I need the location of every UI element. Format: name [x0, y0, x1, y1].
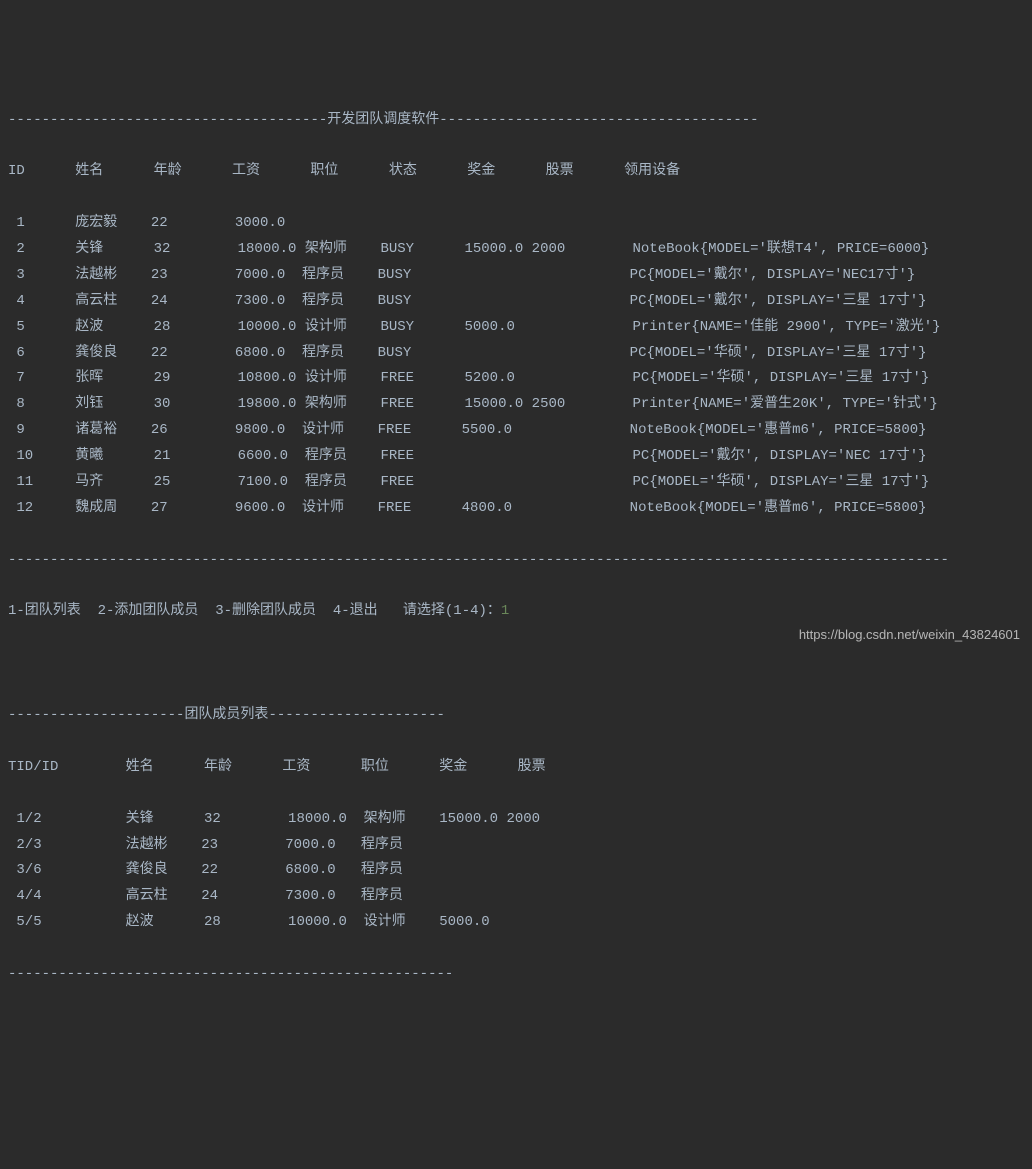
table-row: 4 高云柱 24 7300.0 程序员 BUSY PC{MODEL='戴尔', … — [8, 289, 1024, 315]
footer-separator: ----------------------------------------… — [8, 548, 1024, 574]
team-table-header: TID/ID 姓名 年龄 工资 职位 奖金 股票 — [8, 755, 1024, 781]
header-line: --------------------------------------开发… — [8, 108, 1024, 134]
table-row: 10 黄曦 21 6600.0 程序员 FREE PC{MODEL='戴尔', … — [8, 444, 1024, 470]
table-row: 3/6 龚俊良 22 6800.0 程序员 — [8, 858, 1024, 884]
menu-prompt: 请选择(1-4)： — [403, 603, 501, 619]
watermark: https://blog.csdn.net/weixin_43824601 — [799, 623, 1020, 647]
table-row: 9 诸葛裕 26 9800.0 设计师 FREE 5500.0 NoteBook… — [8, 418, 1024, 444]
main-table-header: ID 姓名 年龄 工资 职位 状态 奖金 股票 领用设备 — [8, 159, 1024, 185]
team-table-body: 1/2 关锋 32 18000.0 架构师 15000.0 2000 2/3 法… — [8, 807, 1024, 936]
menu-opt3[interactable]: 3-删除团队成员 — [215, 603, 316, 619]
table-row: 8 刘钰 30 19800.0 架构师 FREE 15000.0 2500 Pr… — [8, 392, 1024, 418]
menu-opt1[interactable]: 1-团队列表 — [8, 603, 81, 619]
table-row: 11 马齐 25 7100.0 程序员 FREE PC{MODEL='华硕', … — [8, 470, 1024, 496]
team-header-line: ---------------------团队成员列表-------------… — [8, 703, 1024, 729]
table-row: 2/3 法越彬 23 7000.0 程序员 — [8, 833, 1024, 859]
bottom-separator: ----------------------------------------… — [8, 962, 1024, 988]
table-row: 5/5 赵波 28 10000.0 设计师 5000.0 — [8, 910, 1024, 936]
table-row: 2 关锋 32 18000.0 架构师 BUSY 15000.0 2000 No… — [8, 237, 1024, 263]
table-row: 1 庞宏毅 22 3000.0 — [8, 211, 1024, 237]
menu-opt2[interactable]: 2-添加团队成员 — [98, 603, 199, 619]
main-table-body: 1 庞宏毅 22 3000.0 2 关锋 32 18000.0 架构师 BUSY… — [8, 211, 1024, 522]
table-row: 3 法越彬 23 7000.0 程序员 BUSY PC{MODEL='戴尔', … — [8, 263, 1024, 289]
menu-opt4[interactable]: 4-退出 — [333, 603, 378, 619]
menu-input[interactable]: 1 — [501, 603, 509, 619]
table-row: 4/4 高云柱 24 7300.0 程序员 — [8, 884, 1024, 910]
blank-line — [8, 651, 1024, 677]
table-row: 12 魏成周 27 9600.0 设计师 FREE 4800.0 NoteBoo… — [8, 496, 1024, 522]
table-row: 7 张晖 29 10800.0 设计师 FREE 5200.0 PC{MODEL… — [8, 366, 1024, 392]
table-row: 6 龚俊良 22 6800.0 程序员 BUSY PC{MODEL='华硕', … — [8, 341, 1024, 367]
menu-line: 1-团队列表 2-添加团队成员 3-删除团队成员 4-退出 请选择(1-4)：1 — [8, 599, 1024, 625]
table-row: 1/2 关锋 32 18000.0 架构师 15000.0 2000 — [8, 807, 1024, 833]
table-row: 5 赵波 28 10000.0 设计师 BUSY 5000.0 Printer{… — [8, 315, 1024, 341]
